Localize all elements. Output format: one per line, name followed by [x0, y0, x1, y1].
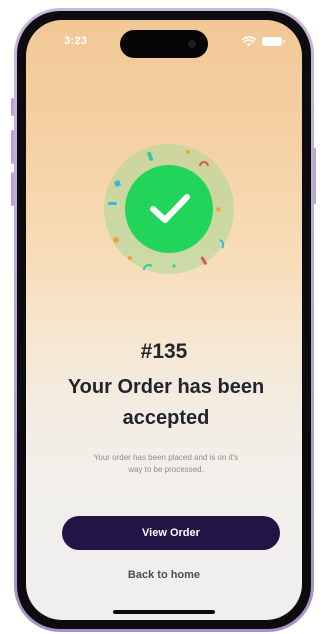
phone-bezel: 3:23 #135 Your Order has been accepted Y… — [17, 11, 311, 629]
status-time: 3:23 — [64, 35, 88, 47]
success-graphic — [104, 144, 234, 274]
view-order-button[interactable]: View Order — [62, 516, 280, 550]
phone-frame: 3:23 #135 Your Order has been accepted Y… — [14, 8, 314, 632]
check-circle — [125, 165, 213, 253]
order-accepted-title: Your Order has been accepted — [67, 376, 265, 429]
silent-switch — [11, 98, 14, 116]
checkmark-icon — [150, 194, 190, 223]
wifi-icon — [242, 36, 256, 47]
app-screen: 3:23 #135 Your Order has been accepted Y… — [26, 20, 302, 620]
back-to-home-link[interactable]: Back to home — [26, 569, 302, 581]
volume-up-button — [11, 130, 14, 164]
power-button — [313, 148, 316, 204]
order-number: #135 — [140, 340, 188, 363]
status-bar: 3:23 — [26, 20, 302, 60]
dynamic-island — [120, 30, 208, 58]
home-indicator[interactable] — [113, 610, 215, 614]
front-camera — [188, 40, 196, 48]
volume-down-button — [11, 172, 14, 206]
order-subtitle: Your order has been placed and is on it'… — [93, 453, 239, 474]
battery-icon — [262, 37, 285, 46]
